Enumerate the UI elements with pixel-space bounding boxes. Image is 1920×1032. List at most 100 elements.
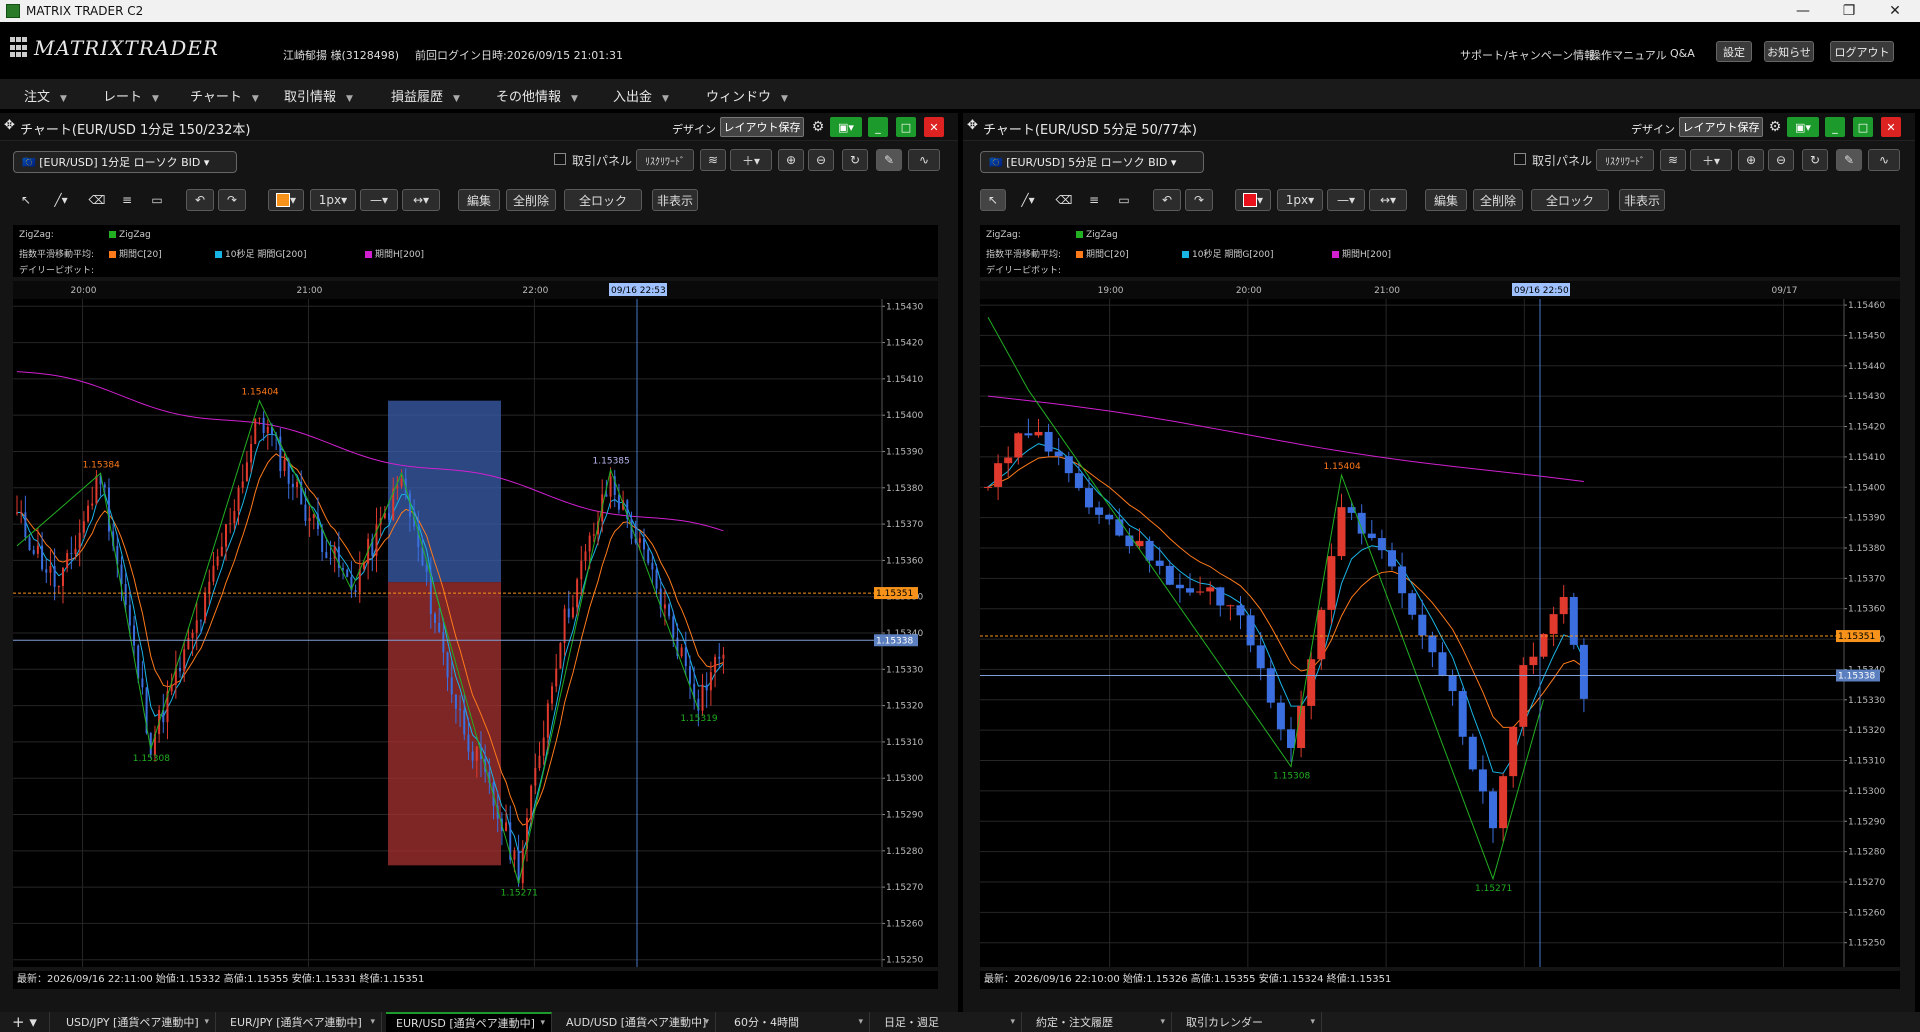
edit-button[interactable]: 編集 bbox=[458, 189, 500, 211]
zoom-in-icon[interactable]: ⊕ bbox=[1738, 149, 1764, 171]
lock-all-button[interactable]: 全ロック bbox=[564, 189, 642, 211]
menu-order[interactable]: 注文 ▼ bbox=[24, 86, 67, 105]
line-style-select[interactable]: —▾ bbox=[360, 189, 398, 211]
eraser-icon[interactable]: ⌫ bbox=[84, 189, 110, 211]
edit-button[interactable]: 編集 bbox=[1425, 189, 1467, 211]
qa-link[interactable]: Q&A bbox=[1670, 47, 1695, 60]
restore-icon[interactable]: ❐ bbox=[1826, 0, 1872, 22]
price-chart[interactable]: 1.15460 1.15450 1.15440 1.15430 1.15420 1.154… bbox=[980, 281, 1900, 967]
cursor-icon[interactable]: ↖ bbox=[13, 189, 39, 211]
minimize-icon[interactable]: — bbox=[1780, 0, 1826, 22]
indicator-icon[interactable]: ≋ bbox=[1660, 149, 1686, 171]
save-layout-button[interactable]: レイアウト保存 bbox=[1679, 117, 1763, 137]
zoom-in-icon[interactable]: ⊕ bbox=[778, 149, 804, 171]
redo-icon[interactable]: ↷ bbox=[1185, 189, 1213, 211]
candle bbox=[1226, 605, 1235, 607]
refresh-icon[interactable]: ↻ bbox=[842, 149, 868, 171]
gear-icon[interactable]: ⚙ bbox=[810, 117, 826, 137]
move-icon[interactable]: ✥ bbox=[4, 118, 15, 133]
zoom-out-icon[interactable]: ⊖ bbox=[808, 149, 834, 171]
minimize-panel-icon[interactable]: _ bbox=[1825, 117, 1845, 137]
design-label[interactable]: デザイン bbox=[1631, 121, 1675, 137]
close-icon[interactable]: ✕ bbox=[1872, 0, 1918, 22]
add-tab-icon[interactable]: + ▾ bbox=[0, 1012, 50, 1032]
candle bbox=[651, 562, 654, 570]
notice-button[interactable]: お知らせ bbox=[1764, 41, 1814, 62]
lock-all-button[interactable]: 全ロック bbox=[1531, 189, 1609, 211]
candle bbox=[475, 746, 478, 761]
tab-60min-4h[interactable]: 60分・4時間 ▾ bbox=[724, 1012, 870, 1032]
maximize-panel-icon[interactable]: □ bbox=[896, 117, 916, 137]
menu-trade-info[interactable]: 取引情報 ▼ bbox=[284, 86, 353, 105]
hide-button[interactable]: 非表示 bbox=[652, 189, 698, 211]
draw-icon[interactable]: ✎ bbox=[1836, 149, 1862, 171]
menu-deposit[interactable]: 入出金 ▼ bbox=[613, 86, 669, 105]
line-end-select[interactable]: ↔▾ bbox=[402, 189, 440, 211]
chart-type-icon[interactable]: ∿ bbox=[908, 149, 940, 171]
menu-other-info[interactable]: その他情報 ▼ bbox=[496, 86, 578, 105]
tab-audusd[interactable]: AUD/USD [通貨ペア連動中] ▾ bbox=[556, 1012, 716, 1032]
line-end-select[interactable]: ↔▾ bbox=[1369, 189, 1407, 211]
hide-button[interactable]: 非表示 bbox=[1619, 189, 1665, 211]
tab-eurjpy[interactable]: EUR/JPY [通貨ペア連動中] ▾ bbox=[220, 1012, 382, 1032]
menu-pl-history[interactable]: 損益履歴 ▼ bbox=[391, 86, 460, 105]
line-tool-icon[interactable]: ╱▾ bbox=[44, 189, 78, 211]
candle bbox=[66, 553, 69, 568]
tab-calendar[interactable]: 取引カレンダー ▾ bbox=[1176, 1012, 1322, 1032]
fib-icon[interactable]: ≡ bbox=[1081, 189, 1107, 211]
symbol-select[interactable]: 🇪🇺 [EUR/USD] 1分足 ローソク BID ▾ bbox=[13, 151, 237, 173]
candle bbox=[680, 647, 683, 657]
crosshair-icon[interactable]: ＋▾ bbox=[1690, 149, 1732, 171]
line-width-select[interactable]: 1px ▾ bbox=[1277, 189, 1323, 211]
minimize-panel-icon[interactable]: _ bbox=[868, 117, 888, 137]
rect-icon[interactable]: ▭ bbox=[1111, 189, 1137, 211]
cursor-icon[interactable]: ↖ bbox=[980, 189, 1006, 211]
line-style-select[interactable]: —▾ bbox=[1327, 189, 1365, 211]
eraser-icon[interactable]: ⌫ bbox=[1051, 189, 1077, 211]
line-tool-icon[interactable]: ╱▾ bbox=[1011, 189, 1045, 211]
color-picker[interactable]: ▾ bbox=[268, 189, 304, 211]
gear-icon[interactable]: ⚙ bbox=[1767, 117, 1783, 137]
redo-icon[interactable]: ↷ bbox=[218, 189, 246, 211]
close-panel-icon[interactable]: ✕ bbox=[1881, 117, 1901, 137]
window-menu-icon[interactable]: ▣▾ bbox=[830, 117, 862, 137]
fib-icon[interactable]: ≡ bbox=[114, 189, 140, 211]
crosshair-icon[interactable]: ＋▾ bbox=[730, 149, 772, 171]
close-panel-icon[interactable]: ✕ bbox=[924, 117, 944, 137]
time-tick-label: 09/17 bbox=[1772, 286, 1798, 296]
price-chart[interactable]: 1.15430 1.15420 1.15410 1.15400 1.15390 1.153… bbox=[13, 281, 938, 967]
rect-icon[interactable]: ▭ bbox=[144, 189, 170, 211]
menu-rate[interactable]: レート ▼ bbox=[103, 86, 159, 105]
menu-window[interactable]: ウィンドウ ▼ bbox=[706, 86, 788, 105]
risk-reward-button[interactable]: ﾘｽｸﾘﾜｰﾄﾞ bbox=[636, 149, 694, 171]
chart-type-icon[interactable]: ∿ bbox=[1868, 149, 1900, 171]
trade-panel-checkbox[interactable] bbox=[554, 153, 566, 165]
undo-icon[interactable]: ↶ bbox=[186, 189, 214, 211]
symbol-select[interactable]: 🇪🇺 [EUR/USD] 5分足 ローソク BID ▾ bbox=[980, 151, 1204, 173]
risk-reward-button[interactable]: ﾘｽｸﾘﾜｰﾄﾞ bbox=[1596, 149, 1654, 171]
maximize-panel-icon[interactable]: □ bbox=[1853, 117, 1873, 137]
logout-button[interactable]: ログアウト bbox=[1830, 41, 1894, 62]
delete-all-button[interactable]: 全削除 bbox=[1473, 189, 1523, 211]
undo-icon[interactable]: ↶ bbox=[1153, 189, 1181, 211]
delete-all-button[interactable]: 全削除 bbox=[506, 189, 556, 211]
settings-button[interactable]: 設定 bbox=[1716, 41, 1752, 62]
tab-eurusd[interactable]: EUR/USD [通貨ペア連動中] ▾ bbox=[386, 1012, 552, 1032]
support-link[interactable]: サポート/キャンペーン情報 bbox=[1460, 47, 1595, 63]
tab-orders[interactable]: 約定・注文履歴 ▾ bbox=[1026, 1012, 1172, 1032]
menu-chart[interactable]: チャート ▼ bbox=[190, 86, 259, 105]
window-menu-icon[interactable]: ▣▾ bbox=[1787, 117, 1819, 137]
refresh-icon[interactable]: ↻ bbox=[1802, 149, 1828, 171]
color-picker[interactable]: ▾ bbox=[1235, 189, 1271, 211]
manual-link[interactable]: 操作マニュアル bbox=[1590, 47, 1667, 63]
tab-usdjpy[interactable]: USD/JPY [通貨ペア連動中] ▾ bbox=[56, 1012, 216, 1032]
indicator-icon[interactable]: ≋ bbox=[700, 149, 726, 171]
zoom-out-icon[interactable]: ⊖ bbox=[1768, 149, 1794, 171]
tab-daily-weekly[interactable]: 日足・週足 ▾ bbox=[874, 1012, 1022, 1032]
trade-panel-checkbox[interactable] bbox=[1514, 153, 1526, 165]
move-icon[interactable]: ✥ bbox=[967, 118, 978, 133]
draw-icon[interactable]: ✎ bbox=[876, 149, 902, 171]
line-width-select[interactable]: 1px ▾ bbox=[310, 189, 356, 211]
design-label[interactable]: デザイン bbox=[672, 121, 716, 137]
save-layout-button[interactable]: レイアウト保存 bbox=[720, 117, 804, 137]
